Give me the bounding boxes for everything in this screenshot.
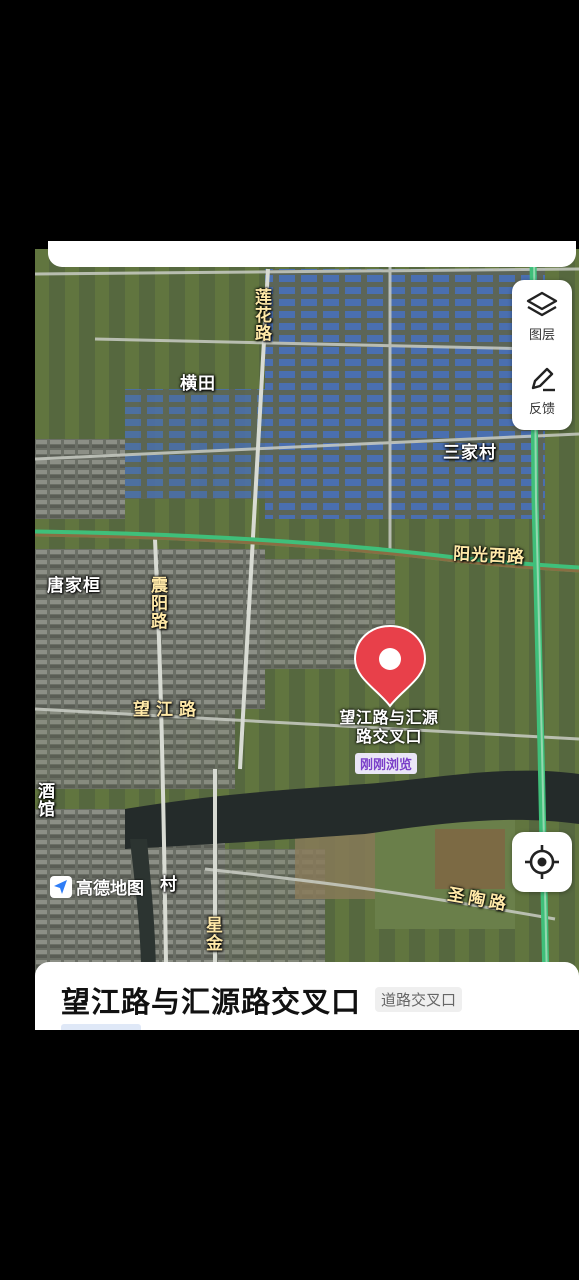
- place-label-hengtian: 横田: [180, 374, 216, 394]
- road-label-xingjin: 星金: [206, 916, 224, 954]
- feedback-button[interactable]: 反馈: [512, 364, 572, 417]
- locate-button[interactable]: [512, 832, 572, 892]
- map-tools-card: 图层 反馈: [512, 280, 572, 430]
- edit-pencil-icon: [531, 367, 555, 392]
- road-label-zhenyang: 震阳路: [151, 576, 169, 632]
- navigation-arrow-icon: [50, 875, 72, 898]
- feedback-label: 反馈: [528, 402, 555, 417]
- search-bar-edge[interactable]: [48, 241, 576, 267]
- place-label-tangjiagui: 唐家桓: [47, 576, 101, 596]
- place-label-sanjiacun: 三家村: [443, 443, 497, 463]
- screen: 莲花路 横田 三家村 阳光西路 唐家桓 震阳路 望江路 酒馆 圣陶路 星金 村 …: [0, 0, 579, 1280]
- layers-label: 图层: [528, 328, 555, 343]
- map-provider-name: 高德地图: [76, 879, 144, 899]
- marker-label: 望江路与汇源路交叉口: [339, 708, 439, 747]
- recently-viewed-badge: 刚刚浏览: [355, 753, 418, 774]
- road-label-wangjiang: 望江路: [133, 700, 202, 720]
- map-provider-logo: 高德地图: [50, 874, 144, 899]
- road-label-lianhua: 莲花路: [255, 288, 273, 344]
- layers-button[interactable]: 图层: [512, 290, 572, 343]
- locate-crosshair-icon: [525, 845, 559, 879]
- place-title: 望江路与汇源路交叉口: [61, 985, 362, 1019]
- place-label-cun: 村: [160, 875, 178, 895]
- place-type-tag: 道路交叉口: [375, 987, 463, 1012]
- layers-icon: [526, 291, 558, 317]
- place-subinfo: [61, 1024, 141, 1030]
- road-label-yangguangxi: 阳光西路: [452, 544, 526, 568]
- location-pin-icon[interactable]: [352, 622, 428, 708]
- place-label-jiuguan: 酒馆: [38, 782, 56, 820]
- place-detail-sheet[interactable]: 望江路与汇源路交叉口 道路交叉口: [35, 962, 579, 1030]
